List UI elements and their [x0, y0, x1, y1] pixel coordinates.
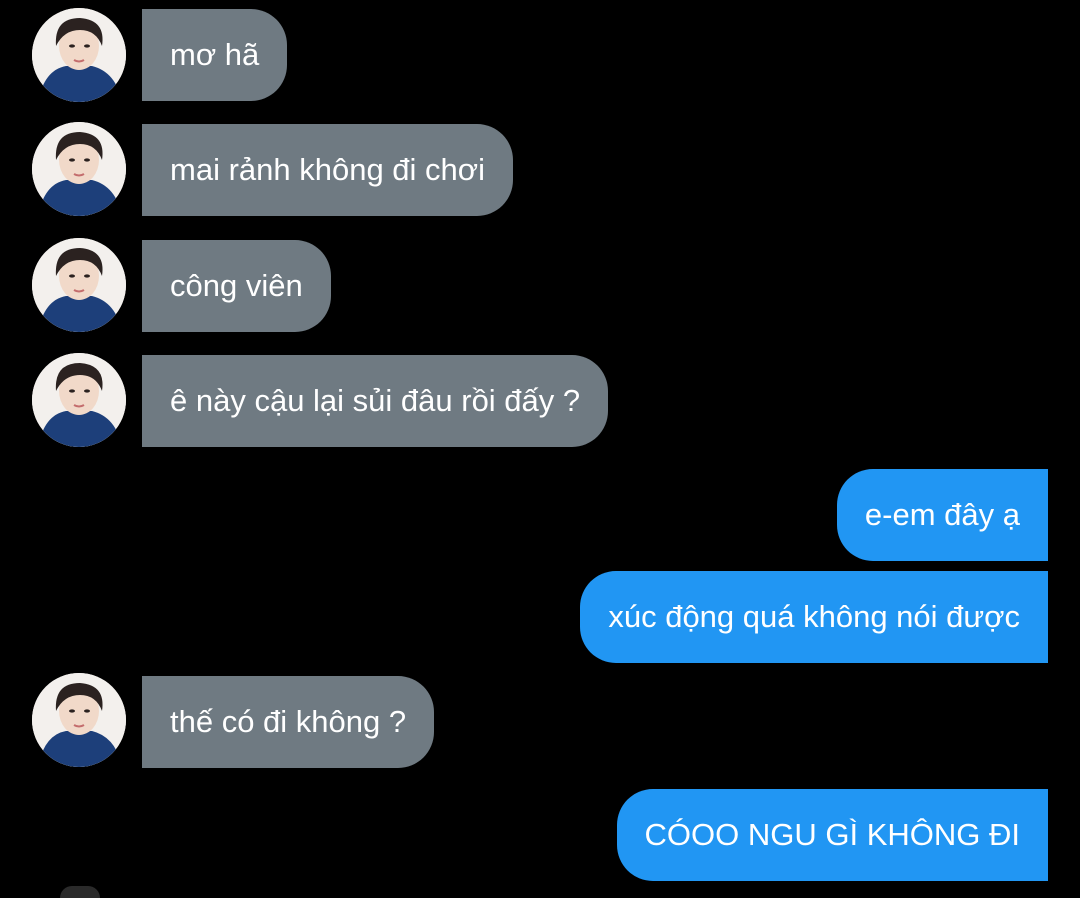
incoming-message[interactable]: ê này cậu lại sủi đâu rồi đấy ? — [142, 355, 609, 447]
contact-avatar[interactable] — [32, 353, 126, 447]
avatar-image — [32, 238, 126, 332]
message-text: e-em đây ạ — [864, 497, 1020, 532]
contact-avatar[interactable] — [32, 122, 126, 216]
message-text: mơ hã — [170, 37, 260, 72]
outgoing-message[interactable]: xúc động quá không nói được — [580, 571, 1048, 663]
incoming-message[interactable]: mơ hã — [142, 9, 288, 101]
incoming-message[interactable]: công viên — [142, 240, 331, 332]
outgoing-message[interactable]: e-em đây ạ — [836, 469, 1048, 561]
avatar-image — [32, 122, 126, 216]
message-text: CÓOO NGU GÌ KHÔNG ĐI — [644, 817, 1020, 852]
message-text: xúc động quá không nói được — [608, 599, 1020, 634]
message-text: công viên — [170, 268, 303, 303]
contact-avatar-partial — [60, 886, 100, 898]
avatar-image — [32, 673, 126, 767]
contact-avatar[interactable] — [32, 673, 126, 767]
message-text: thế có đi không ? — [170, 704, 407, 739]
avatar-image — [32, 353, 126, 447]
message-text: ê này cậu lại sủi đâu rồi đấy ? — [170, 383, 581, 418]
contact-avatar[interactable] — [32, 8, 126, 102]
chat-thread: mơ hã mai rảnh không đi chơi công viên ê… — [0, 0, 1080, 898]
outgoing-message[interactable]: CÓOO NGU GÌ KHÔNG ĐI — [616, 789, 1048, 881]
incoming-message[interactable]: mai rảnh không đi chơi — [142, 124, 513, 216]
contact-avatar[interactable] — [32, 238, 126, 332]
avatar-image — [32, 8, 126, 102]
incoming-message[interactable]: thế có đi không ? — [142, 676, 435, 768]
message-text: mai rảnh không đi chơi — [170, 152, 485, 187]
